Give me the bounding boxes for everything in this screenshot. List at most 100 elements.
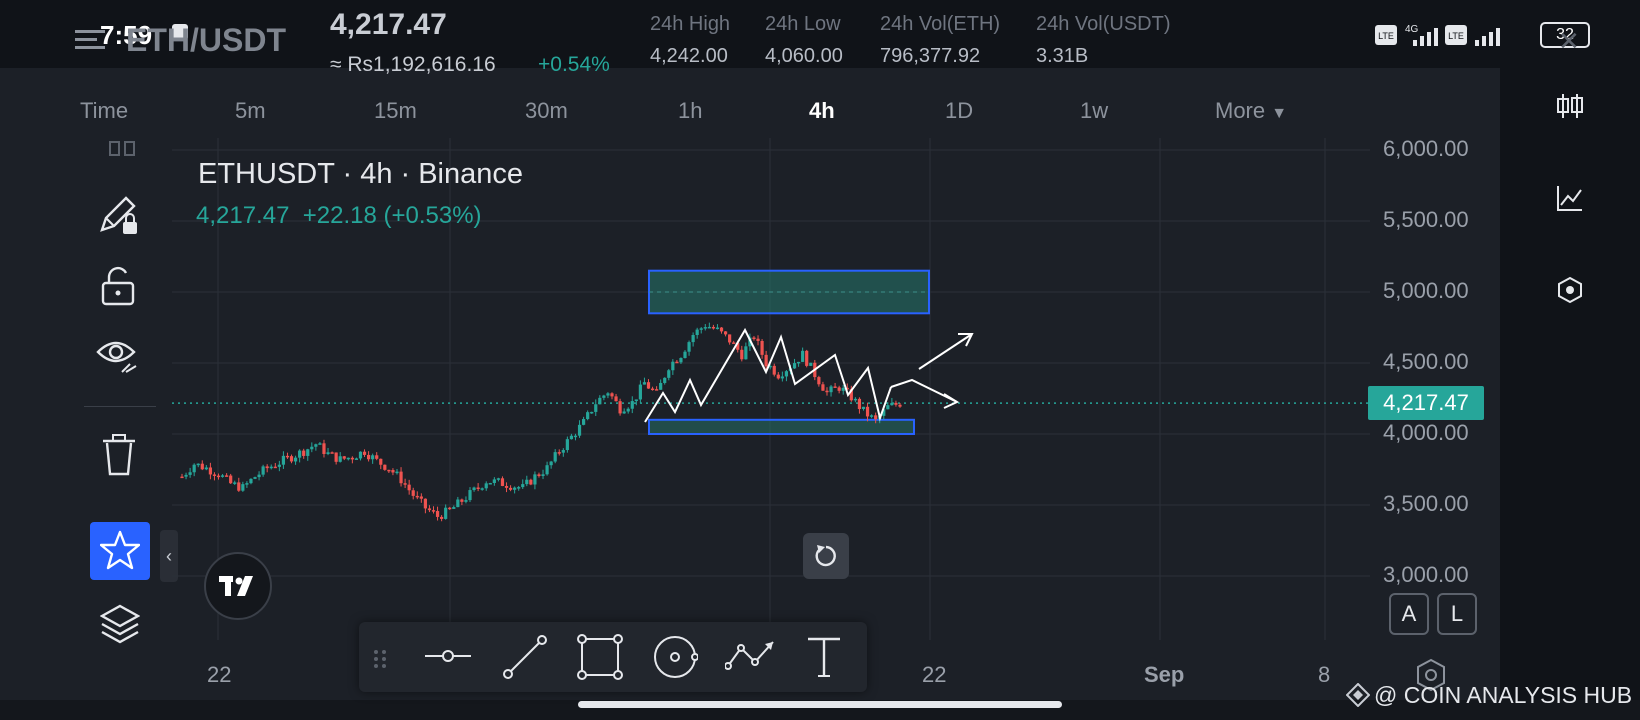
candle-body	[253, 477, 257, 479]
candle-body	[890, 402, 894, 406]
candle-body	[590, 411, 594, 414]
candle-body	[212, 474, 217, 476]
candle-body	[492, 479, 496, 484]
path-icon[interactable]	[725, 636, 777, 676]
candle-body	[285, 455, 290, 458]
zones	[648, 269, 930, 435]
candle-body	[431, 510, 436, 512]
auto-scale-button[interactable]: A	[1389, 593, 1429, 635]
candle-body	[529, 479, 533, 485]
auto-scale-label: A	[1401, 601, 1417, 626]
candle-body	[598, 397, 602, 405]
candle-body	[180, 476, 184, 479]
candle-body	[715, 327, 720, 330]
candle-body	[281, 455, 286, 465]
candle-body	[456, 499, 460, 508]
candle-body	[322, 443, 326, 455]
arrow-right-head	[943, 393, 960, 409]
candle-body	[468, 490, 472, 501]
candle-body	[435, 511, 440, 517]
chart-legend-title: ETHUSDT · 4h · Binance	[198, 158, 524, 190]
circle-icon[interactable]	[652, 634, 698, 680]
candle-body	[833, 386, 837, 388]
candle-body	[780, 376, 784, 379]
candle-body	[423, 498, 427, 509]
candle-body	[460, 499, 464, 502]
rectangle-icon[interactable]	[577, 634, 623, 680]
price-axis-label: 5,000.00	[1383, 278, 1469, 303]
candle-body	[200, 463, 204, 470]
candle-body	[630, 401, 634, 409]
drawing-toolbar	[359, 622, 867, 692]
trend-line-icon[interactable]	[502, 634, 548, 680]
candle-body	[415, 495, 419, 498]
home-indicator[interactable]	[578, 701, 1062, 708]
candle-body	[362, 451, 367, 455]
candle-body	[606, 393, 610, 396]
reset-chart-button[interactable]	[803, 533, 849, 579]
candle-body	[675, 361, 679, 364]
candle-body	[338, 456, 342, 462]
candle-body	[829, 386, 833, 393]
candle-body	[229, 475, 233, 484]
candle-body	[784, 371, 789, 377]
candle-body	[752, 337, 756, 340]
candle-body	[671, 361, 675, 371]
candle-body	[772, 365, 776, 375]
candle-body	[273, 466, 277, 469]
candle-body	[488, 483, 492, 485]
candle-body	[525, 479, 529, 485]
watermark-text: @ COIN ANALYSIS HUB	[1374, 682, 1633, 708]
time-axis-label: 8	[1318, 662, 1331, 687]
candle-body	[549, 461, 553, 466]
candle-body	[225, 475, 229, 477]
candle-body	[484, 483, 488, 489]
candle-body	[346, 457, 350, 460]
candle-body	[358, 451, 363, 459]
text-tool-icon[interactable]	[806, 636, 842, 678]
candle-body	[261, 466, 265, 475]
candle-body	[277, 464, 281, 467]
candle-body	[448, 507, 452, 510]
horizontal-line-icon[interactable]	[425, 644, 471, 668]
candle-body	[480, 488, 484, 490]
candle-body	[703, 327, 707, 329]
candle-body	[646, 382, 651, 389]
candle-body	[395, 471, 399, 474]
candle-body	[650, 388, 655, 391]
candle-body	[237, 482, 241, 491]
candle-body	[817, 377, 821, 385]
candle-body	[452, 507, 456, 509]
candle-body	[245, 483, 249, 485]
candle-body	[809, 362, 813, 366]
candle-body	[537, 474, 541, 476]
candle-body	[464, 500, 468, 502]
reset-icon	[814, 544, 838, 568]
drawings	[644, 327, 974, 423]
log-scale-button[interactable]: L	[1437, 593, 1477, 635]
candle-body	[184, 474, 188, 477]
candle-body	[728, 334, 732, 343]
candle-body	[204, 467, 208, 470]
candle-body	[216, 475, 221, 478]
candle-body	[586, 412, 590, 420]
candle-body	[196, 463, 200, 466]
candle-body	[557, 452, 561, 454]
tradingview-logo[interactable]	[204, 552, 272, 620]
candle-body	[553, 452, 557, 462]
candle-body	[594, 404, 598, 412]
time-axis-label: 22	[922, 662, 947, 687]
candle-body	[581, 419, 586, 425]
drag-handle-icon[interactable]	[373, 649, 387, 669]
candle-body	[387, 469, 391, 472]
candle-body	[683, 351, 687, 359]
zigzag-drawing	[644, 327, 892, 423]
candle-body	[334, 452, 338, 462]
candle-body	[792, 363, 797, 369]
candle-body	[208, 467, 212, 475]
candle-body	[821, 384, 825, 391]
candle-body	[293, 457, 298, 462]
candle-body	[476, 487, 480, 490]
candle-body	[399, 471, 403, 484]
candle-body	[744, 346, 748, 360]
